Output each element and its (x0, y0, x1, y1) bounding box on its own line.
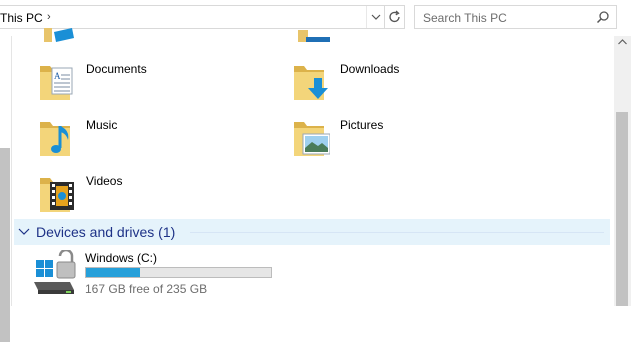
drive-free-space: 167 GB free of 235 GB (85, 282, 208, 296)
search-box[interactable]: Search This PC (414, 5, 617, 29)
3d-objects-folder-icon[interactable] (40, 28, 76, 44)
folder-label: Pictures (340, 118, 384, 132)
scrollbar-thumb[interactable] (616, 112, 628, 306)
videos-folder-icon (40, 178, 74, 212)
refresh-button[interactable] (384, 6, 405, 28)
folder-pictures[interactable]: Pictures (294, 118, 494, 162)
chevron-down-icon (371, 14, 381, 20)
group-divider-line (190, 232, 604, 233)
drive-tile-c[interactable]: Windows (C:) 167 GB free of 235 GB (32, 250, 292, 300)
chevron-down-icon[interactable] (18, 227, 30, 237)
address-path[interactable]: This PC (0, 11, 43, 25)
group-header-devices[interactable]: Devices and drives (1) (14, 219, 610, 245)
folder-videos[interactable]: Videos (40, 174, 240, 218)
folder-music[interactable]: Music (40, 118, 240, 162)
drive-usage-fill (86, 268, 140, 277)
windows-drive-icon (34, 250, 76, 294)
pictures-folder-icon (294, 122, 330, 156)
navigation-pane[interactable] (0, 36, 10, 342)
folder-label: Downloads (340, 62, 400, 76)
desktop-folder-icon[interactable] (294, 30, 334, 44)
folder-label: Music (86, 118, 118, 132)
group-title: Devices and drives (1) (36, 224, 176, 240)
refresh-icon (389, 10, 400, 23)
folder-label: Videos (86, 174, 123, 188)
pane-divider[interactable] (11, 36, 12, 306)
folder-label: Documents (86, 62, 147, 76)
search-icon[interactable] (596, 10, 610, 24)
svg-text:A: A (54, 71, 61, 81)
navigation-scrollbar-thumb[interactable] (0, 148, 10, 342)
drive-usage-bar (85, 267, 272, 278)
breadcrumb-chevron-icon[interactable]: › (47, 11, 51, 23)
downloads-folder-icon (294, 66, 328, 100)
address-history-dropdown[interactable] (366, 6, 385, 28)
music-folder-icon (40, 122, 70, 156)
vertical-scrollbar[interactable] (614, 36, 631, 306)
address-bar[interactable]: This PC › (0, 5, 405, 29)
folder-documents[interactable]: A Documents (40, 62, 240, 106)
search-placeholder[interactable]: Search This PC (423, 11, 507, 25)
documents-folder-icon: A (40, 66, 73, 100)
folder-downloads[interactable]: Downloads (294, 62, 494, 106)
drive-name: Windows (C:) (85, 251, 158, 265)
scroll-up-arrow-icon[interactable] (618, 39, 627, 45)
